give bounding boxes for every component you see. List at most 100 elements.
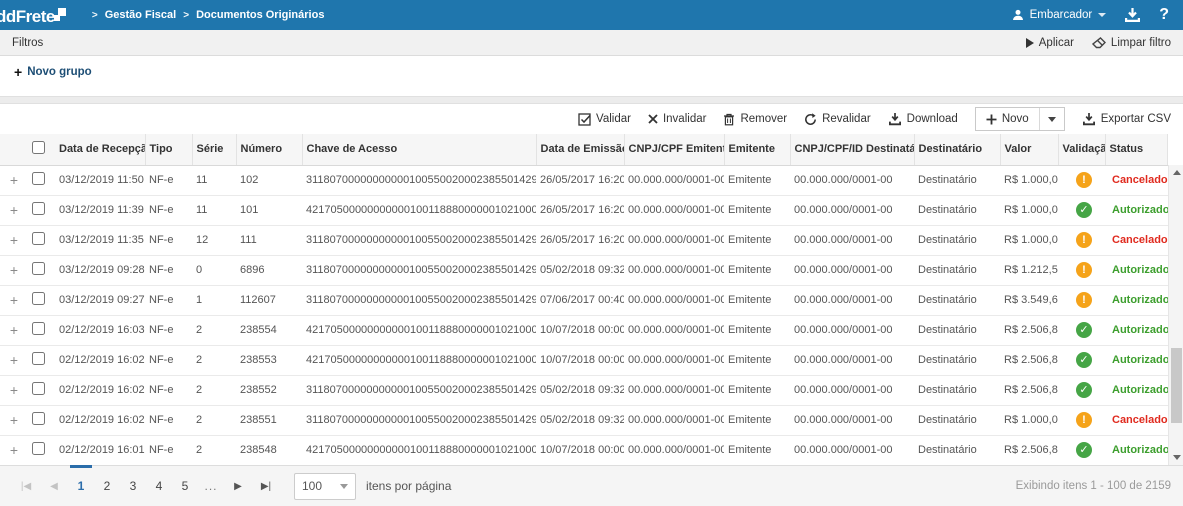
scroll-down-button[interactable] — [1169, 450, 1183, 465]
expand-row-button[interactable]: + — [0, 375, 28, 405]
table-row[interactable]: + 03/12/2019 09:27 NF-e 1 112607 3118070… — [0, 285, 1168, 315]
cnpj-destinatario-cell: 00.000.000/0001-00 — [790, 315, 914, 345]
tipo-cell: NF-e — [145, 405, 192, 435]
row-checkbox[interactable] — [32, 382, 45, 395]
numero-cell: 238554 — [236, 315, 302, 345]
new-filter-group-button[interactable]: + Novo grupo — [14, 66, 92, 78]
table-row[interactable]: + 02/12/2019 16:01 NF-e 2 238548 4217050… — [0, 435, 1168, 465]
column-header[interactable]: Tipo — [145, 134, 192, 165]
user-menu[interactable]: Embarcador — [1012, 9, 1107, 21]
row-checkbox[interactable] — [32, 262, 45, 275]
page-size-select[interactable]: 100 — [294, 473, 356, 500]
expand-row-button[interactable]: + — [0, 195, 28, 225]
data-emissao-cell: 05/02/2018 09:32 — [536, 375, 624, 405]
row-select-cell — [28, 195, 55, 225]
column-header[interactable]: Validação — [1058, 134, 1105, 165]
cnpj-destinatario-cell: 00.000.000/0001-00 — [790, 195, 914, 225]
row-checkbox[interactable] — [32, 322, 45, 335]
table-row[interactable]: + 03/12/2019 11:39 NF-e 11 101 421705000… — [0, 195, 1168, 225]
column-header[interactable]: Emitente — [724, 134, 790, 165]
table-row[interactable]: + 03/12/2019 11:35 NF-e 12 111 311807000… — [0, 225, 1168, 255]
validacao-cell — [1058, 225, 1105, 255]
row-checkbox[interactable] — [32, 442, 45, 455]
page-button-1[interactable]: 1 — [69, 474, 93, 498]
page-button-2[interactable]: 2 — [95, 474, 119, 498]
row-select-cell — [28, 375, 55, 405]
data-emissao-cell: 26/05/2017 16:20 — [536, 165, 624, 195]
revalidate-button[interactable]: Revalidar — [804, 113, 871, 126]
more-pages-button[interactable]: ... — [199, 474, 223, 498]
cnpj-emitente-cell: 00.000.000/0001-00 — [624, 165, 724, 195]
column-header[interactable]: CNPJ/CPF Emitente — [624, 134, 724, 165]
emitente-cell: Emitente — [724, 165, 790, 195]
expand-row-button[interactable]: + — [0, 315, 28, 345]
page-button-3[interactable]: 3 — [121, 474, 145, 498]
clear-filter-button[interactable]: Limpar filtro — [1092, 37, 1171, 49]
select-all-checkbox[interactable] — [32, 141, 45, 154]
row-checkbox[interactable] — [32, 412, 45, 425]
previous-page-button[interactable]: ◀ — [43, 474, 65, 498]
new-document-dropdown-button[interactable] — [1039, 108, 1064, 130]
validacao-cell — [1058, 195, 1105, 225]
column-header[interactable]: Destinatário — [914, 134, 1000, 165]
data-emissao-cell: 05/02/2018 09:32 — [536, 255, 624, 285]
column-header[interactable]: Valor — [1000, 134, 1058, 165]
breadcrumb-item-documentos-originarios[interactable]: Documentos Originários — [196, 9, 324, 21]
new-document-button[interactable]: Novo — [976, 108, 1039, 130]
validation-status-icon — [1076, 352, 1092, 368]
expand-row-button[interactable]: + — [0, 255, 28, 285]
cnpj-destinatario-cell: 00.000.000/0001-00 — [790, 225, 914, 255]
last-page-button[interactable]: ▶| — [255, 474, 277, 498]
cnpj-destinatario-cell: 00.000.000/0001-00 — [790, 375, 914, 405]
table-row[interactable]: + 03/12/2019 11:50 NF-e 11 102 311807000… — [0, 165, 1168, 195]
vertical-scrollbar[interactable] — [1168, 165, 1183, 465]
expand-row-button[interactable]: + — [0, 345, 28, 375]
download-button[interactable] — [1124, 8, 1141, 23]
breadcrumb-chevron-icon: > — [183, 10, 189, 21]
help-button[interactable]: ? — [1159, 6, 1169, 24]
destinatario-cell: Destinatário — [914, 225, 1000, 255]
download-documents-button[interactable]: Download — [888, 113, 958, 126]
row-checkbox[interactable] — [32, 232, 45, 245]
expand-row-button[interactable]: + — [0, 435, 28, 465]
next-page-button[interactable]: ▶ — [227, 474, 249, 498]
table-row[interactable]: + 02/12/2019 16:03 NF-e 2 238554 4217050… — [0, 315, 1168, 345]
numero-cell: 111 — [236, 225, 302, 255]
column-header[interactable]: Série — [192, 134, 236, 165]
expand-row-button[interactable]: + — [0, 165, 28, 195]
page-button-4[interactable]: 4 — [147, 474, 171, 498]
apply-filter-button[interactable]: Aplicar — [1026, 37, 1074, 49]
row-checkbox[interactable] — [32, 352, 45, 365]
app-logo[interactable]: ddFrete — [0, 4, 66, 27]
export-csv-button[interactable]: Exportar CSV — [1082, 113, 1171, 126]
expand-row-button[interactable]: + — [0, 225, 28, 255]
row-checkbox[interactable] — [32, 292, 45, 305]
column-header[interactable]: Chave de Acesso — [302, 134, 536, 165]
validate-button[interactable]: Validar — [578, 113, 631, 126]
column-header[interactable]: Data de Emissão — [536, 134, 624, 165]
table-row[interactable]: + 03/12/2019 09:28 NF-e 0 6896 311807000… — [0, 255, 1168, 285]
expand-row-button[interactable]: + — [0, 405, 28, 435]
column-header[interactable]: Data de Recepção↓ — [55, 134, 145, 165]
validation-status-icon — [1076, 412, 1092, 428]
expand-row-button[interactable]: + — [0, 285, 28, 315]
table-row[interactable]: + 02/12/2019 16:02 NF-e 2 238552 3118070… — [0, 375, 1168, 405]
column-header[interactable]: Número — [236, 134, 302, 165]
breadcrumb-item-gestao-fiscal[interactable]: Gestão Fiscal — [105, 9, 177, 21]
filters-body: + Novo grupo — [0, 56, 1183, 96]
table-row[interactable]: + 02/12/2019 16:02 NF-e 2 238553 4217050… — [0, 345, 1168, 375]
destinatario-cell: Destinatário — [914, 345, 1000, 375]
first-page-button[interactable]: |◀ — [15, 474, 37, 498]
page-button-5[interactable]: 5 — [173, 474, 197, 498]
scroll-up-button[interactable] — [1169, 165, 1183, 180]
column-header[interactable]: CNPJ/CPF/ID Destinatário — [790, 134, 914, 165]
row-checkbox[interactable] — [32, 172, 45, 185]
table-row[interactable]: + 02/12/2019 16:02 NF-e 2 238551 3118070… — [0, 405, 1168, 435]
column-header[interactable]: Status — [1105, 134, 1168, 165]
invalidate-button[interactable]: Invalidar — [648, 113, 706, 125]
remove-button[interactable]: Remover — [723, 113, 787, 126]
scrollbar-thumb[interactable] — [1171, 348, 1182, 423]
tipo-cell: NF-e — [145, 345, 192, 375]
row-checkbox[interactable] — [32, 202, 45, 215]
validation-status-icon — [1076, 232, 1092, 248]
